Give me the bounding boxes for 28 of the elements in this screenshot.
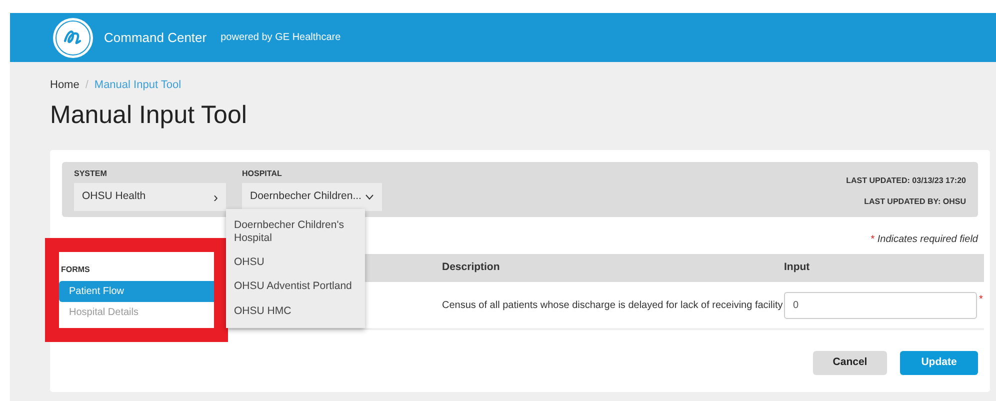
logo-icon	[52, 16, 94, 58]
description-text: Census of all patients whose discharge is delayed for lack of receiving facility	[442, 298, 784, 312]
menu-option[interactable]: Doernbecher Children's Hospital	[226, 215, 365, 250]
breadcrumb-link[interactable]: Home	[50, 77, 80, 94]
column-header: Description	[442, 260, 501, 276]
last-updated-by-text: LAST UPDATED BY: OHSU	[863, 196, 966, 208]
forms-heading: FORMS	[61, 264, 91, 276]
app-subtitle: powered by GE Healthcare	[220, 31, 341, 45]
system-select[interactable]: OHSU Health ›	[74, 183, 226, 211]
last-updated-text: LAST UPDATED: 03/13/23 17:20	[846, 175, 966, 187]
input-field[interactable]: 0	[784, 292, 977, 318]
cancel-button[interactable]: Cancel	[813, 351, 887, 375]
chevron-icon: ›	[213, 186, 218, 208]
required-mark: *	[979, 292, 983, 306]
column-header: Input	[784, 260, 810, 276]
breadcrumb-separator: /	[85, 78, 88, 93]
hospital-label: HOSPITAL	[242, 168, 283, 180]
menu-option[interactable]: OHSU Adventist Portland	[226, 276, 365, 298]
required-note: * Indicates required field	[870, 233, 978, 247]
menu-option[interactable]: OHSU	[226, 252, 365, 274]
page-title: Manual Input Tool	[49, 100, 248, 130]
caret-icon	[365, 194, 374, 200]
app-title: Command Center	[104, 28, 207, 47]
menu-option[interactable]: OHSU HMC	[226, 300, 365, 322]
hospital-dropdown[interactable]: Doernbecher Children...	[242, 183, 382, 211]
select-value: Doernbecher Children...	[250, 189, 362, 204]
system-label: SYSTEM	[74, 168, 108, 180]
select-value: OHSU Health	[82, 189, 146, 204]
